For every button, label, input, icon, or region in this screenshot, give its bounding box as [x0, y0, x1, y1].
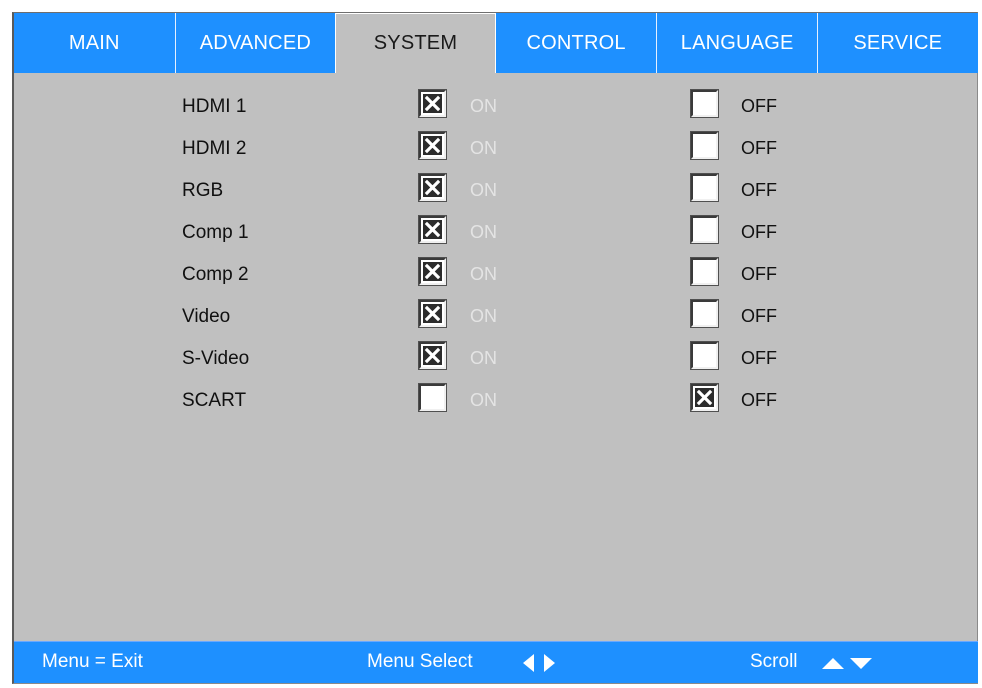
check-mark-icon — [695, 388, 714, 407]
off-label: OFF — [741, 306, 777, 326]
on-checkbox[interactable] — [418, 89, 447, 118]
check-mark-icon — [423, 262, 442, 281]
off-checkbox[interactable] — [690, 215, 719, 244]
source-row: Video ON OFF — [14, 297, 978, 339]
on-label: ON — [470, 180, 497, 200]
off-label: OFF — [741, 180, 777, 200]
tab-main[interactable]: MAIN — [14, 13, 175, 73]
on-label: ON — [470, 264, 497, 284]
off-checkbox[interactable] — [690, 257, 719, 286]
tab-language[interactable]: LANGUAGE — [656, 13, 817, 73]
on-label: ON — [470, 222, 497, 242]
on-checkbox[interactable] — [418, 131, 447, 160]
off-checkbox[interactable] — [690, 89, 719, 118]
left-right-arrows-icon — [523, 654, 555, 672]
menu-exit-hint: Menu = Exit — [42, 651, 143, 672]
off-label: OFF — [741, 222, 777, 242]
tab-bar: MAIN ADVANCED SYSTEM CONTROL LANGUAGE SE… — [14, 13, 978, 73]
footer-bar: Menu = Exit Menu Select Scroll — [14, 641, 978, 683]
off-label: OFF — [741, 390, 777, 410]
source-label: Comp 1 — [182, 222, 249, 243]
source-row: SCART ON OFF — [14, 381, 978, 423]
scroll-hint: Scroll — [750, 651, 798, 672]
off-label: OFF — [741, 96, 777, 116]
source-label: S-Video — [182, 348, 250, 369]
off-label: OFF — [741, 348, 777, 368]
source-label: HDMI 2 — [182, 138, 247, 159]
on-label: ON — [470, 348, 497, 368]
source-row: Comp 1 ON OFF — [14, 213, 978, 255]
check-mark-icon — [423, 136, 442, 155]
tab-advanced[interactable]: ADVANCED — [174, 13, 336, 73]
off-label: OFF — [741, 138, 777, 158]
off-label: OFF — [741, 264, 777, 284]
menu-select-hint: Menu Select — [367, 651, 473, 672]
check-mark-icon — [423, 304, 442, 323]
source-row: Comp 2 ON OFF — [14, 255, 978, 297]
source-label: Comp 2 — [182, 264, 249, 285]
source-row: RGB ON OFF — [14, 171, 978, 213]
on-checkbox[interactable] — [418, 173, 447, 202]
off-checkbox[interactable] — [690, 383, 719, 412]
source-row: HDMI 1 ON OFF — [14, 87, 978, 129]
check-mark-icon — [423, 220, 442, 239]
off-checkbox[interactable] — [690, 131, 719, 160]
source-label: HDMI 1 — [182, 96, 247, 117]
source-row: S-Video ON OFF — [14, 339, 978, 381]
check-mark-icon — [423, 94, 442, 113]
on-checkbox[interactable] — [418, 299, 447, 328]
off-checkbox[interactable] — [690, 341, 719, 370]
up-down-arrows-icon — [822, 658, 872, 669]
on-label: ON — [470, 138, 497, 158]
on-label: ON — [470, 96, 497, 116]
off-checkbox[interactable] — [690, 299, 719, 328]
source-label: RGB — [182, 180, 224, 201]
on-checkbox[interactable] — [418, 215, 447, 244]
source-label: SCART — [182, 390, 247, 411]
on-checkbox[interactable] — [418, 257, 447, 286]
source-row: HDMI 2 ON OFF — [14, 129, 978, 171]
off-checkbox[interactable] — [690, 173, 719, 202]
on-checkbox[interactable] — [418, 383, 447, 412]
on-checkbox[interactable] — [418, 341, 447, 370]
source-label: Video — [182, 306, 231, 327]
on-label: ON — [470, 390, 497, 410]
tab-service[interactable]: SERVICE — [816, 13, 978, 73]
on-label: ON — [470, 306, 497, 326]
tab-system[interactable]: SYSTEM — [335, 13, 496, 73]
tab-control[interactable]: CONTROL — [496, 13, 657, 73]
check-mark-icon — [423, 346, 442, 365]
osd-menu: MAIN ADVANCED SYSTEM CONTROL LANGUAGE SE… — [12, 12, 978, 684]
check-mark-icon — [423, 178, 442, 197]
